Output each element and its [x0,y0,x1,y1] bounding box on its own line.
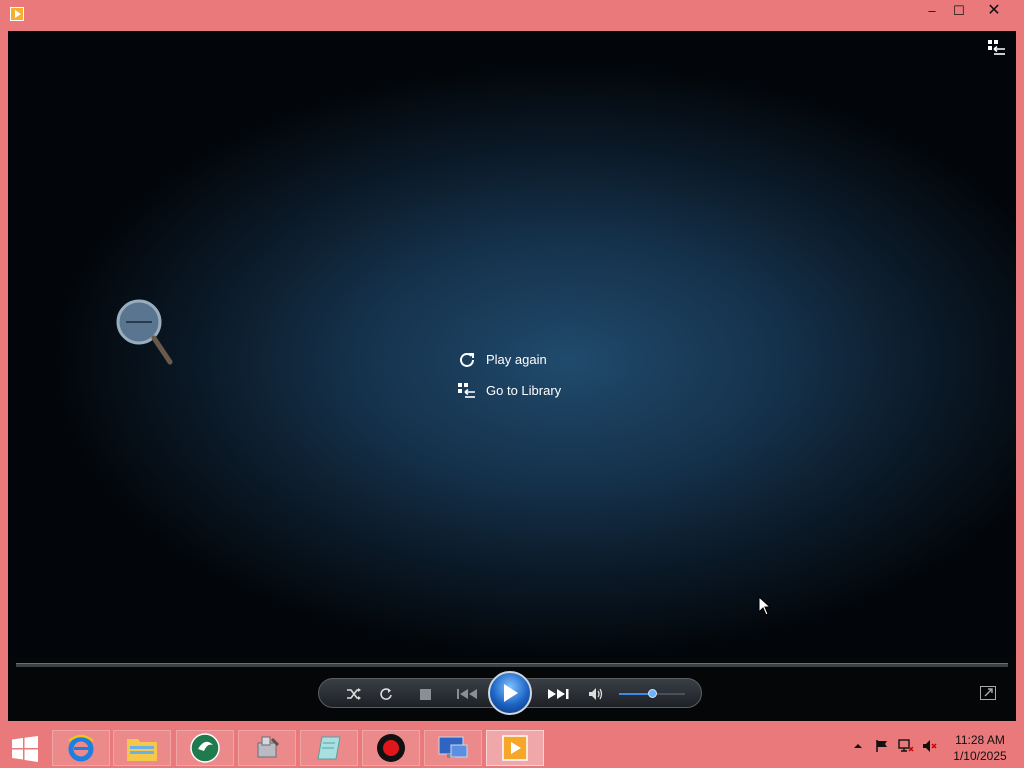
play-icon [504,684,518,702]
taskbar-media-player[interactable] [486,730,544,766]
action-center-button[interactable] [874,738,890,754]
taskbar-green-app[interactable] [176,730,234,766]
taskbar-notes-app[interactable] [300,730,358,766]
switch-to-library-icon[interactable] [988,40,1006,56]
repeat-icon [380,688,392,700]
clock-date: 1/10/2025 [953,749,1007,763]
repeat-button[interactable] [373,679,399,709]
show-hidden-icons-button[interactable] [850,738,866,754]
library-icon [458,382,475,398]
stop-button[interactable] [413,679,437,709]
network-button[interactable] [898,738,914,754]
speaker-icon [589,688,603,700]
record-app-icon [377,734,405,762]
go-to-library-label: Go to Library [486,383,562,398]
taskbar-remote-desktop[interactable] [424,730,482,766]
next-button[interactable] [537,679,579,709]
media-player-icon[interactable] [10,7,24,21]
title-bar[interactable]: – ☐ ✕ [0,0,1024,28]
notes-app-icon [317,736,341,760]
tools-app-icon [257,736,280,758]
chevron-up-icon [854,744,862,748]
taskbar-internet-explorer[interactable] [52,730,110,766]
video-area[interactable]: Play again Go to Library [8,31,1016,657]
play-again-label: Play again [486,352,547,367]
next-icon [548,689,569,699]
media-player-icon [502,735,528,761]
taskbar: 11:28 AM 1/10/2025 [0,728,1024,768]
start-button[interactable] [6,733,44,765]
volume-tray-button[interactable] [922,738,938,754]
play-button[interactable] [488,671,532,715]
network-icon [898,739,914,752]
close-button[interactable]: ✕ [972,0,1016,22]
clock-time: 11:28 AM [955,733,1005,747]
taskbar-record-app[interactable] [362,730,420,766]
shuffle-button[interactable] [341,679,367,709]
shuffle-icon [347,688,361,700]
taskbar-tools-app[interactable] [238,730,296,766]
mute-button[interactable] [583,679,609,709]
previous-button[interactable] [447,679,489,709]
flag-icon [876,740,887,752]
green-app-icon [190,733,220,763]
taskbar-file-explorer[interactable] [113,730,171,766]
volume-slider-thumb[interactable] [647,689,657,698]
volume-slider[interactable] [619,689,685,698]
seek-bar[interactable] [16,663,1008,667]
go-to-library-link[interactable]: Go to Library [458,375,561,406]
play-again-link[interactable]: Play again [458,344,561,375]
magnifier-icon [116,299,173,365]
internet-explorer-icon [68,734,94,762]
speaker-muted-icon [923,740,937,752]
stop-icon [419,688,431,700]
minimize-button[interactable]: – [918,0,946,22]
file-explorer-icon [127,739,157,761]
mouse-pointer-icon [758,596,772,616]
switch-to-full-screen-icon[interactable] [980,686,996,700]
control-bar [8,657,1016,721]
windows-logo-icon [12,736,38,762]
maximize-button[interactable]: ☐ [946,0,972,22]
media-player-window: – ☐ ✕ Play again Go to Library [0,0,1024,728]
end-of-playback-menu: Play again Go to Library [458,344,561,406]
remote-desktop-icon [438,736,468,758]
replay-icon [460,352,474,367]
taskbar-clock[interactable]: 11:28 AM 1/10/2025 [944,732,1016,764]
previous-icon [457,689,477,699]
